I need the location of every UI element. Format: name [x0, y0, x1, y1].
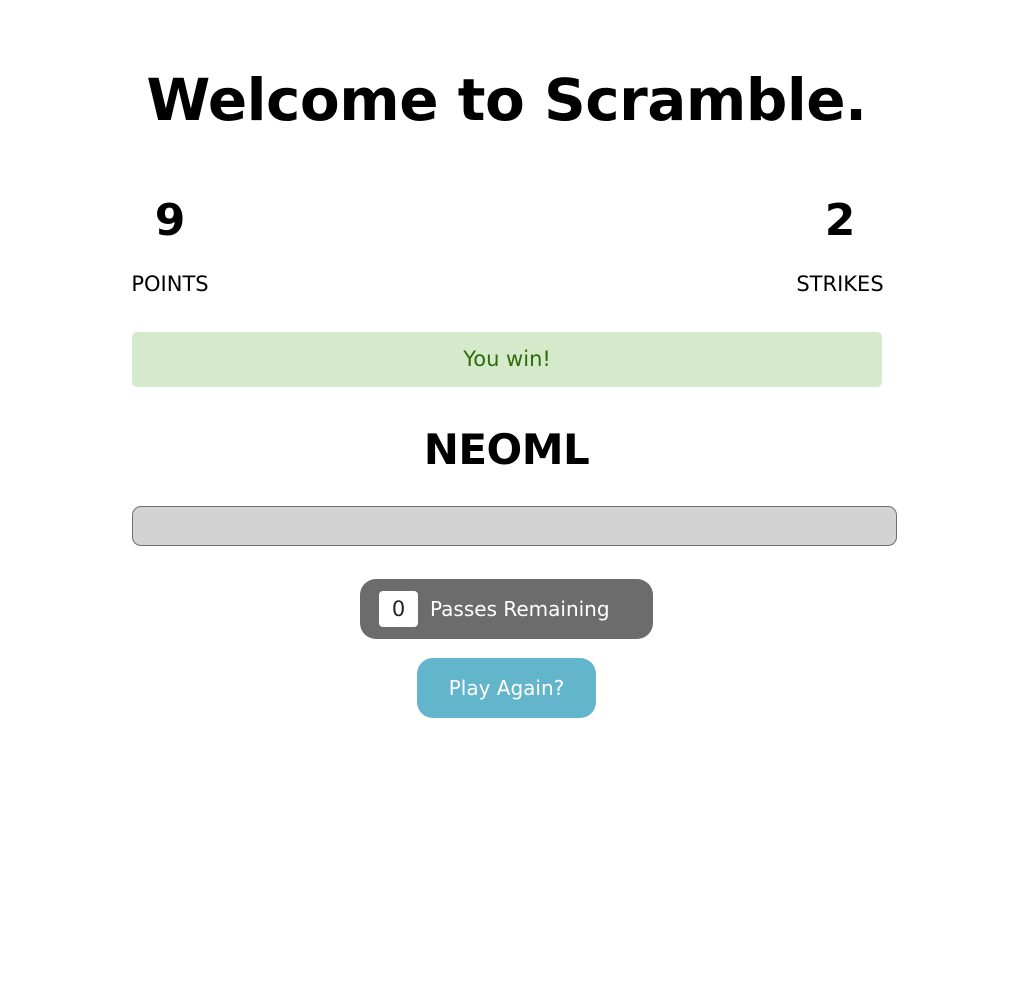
guess-input[interactable]	[132, 506, 897, 546]
points-stat: 9 POINTS	[100, 190, 240, 298]
scrambled-word: NEOML	[423, 425, 590, 474]
strikes-label: STRIKES	[796, 272, 884, 296]
passes-remaining-count: 0	[379, 591, 418, 627]
win-alert: You win!	[132, 332, 882, 387]
strikes-stat: 2 STRIKES	[770, 190, 910, 298]
pass-button[interactable]: 0 Passes Remaining	[360, 579, 653, 639]
points-value: 9	[154, 195, 186, 246]
passes-remaining-label: Passes Remaining	[430, 597, 610, 621]
scramble-game: Welcome to Scramble. 9 POINTS 2 STRIKES …	[0, 0, 1013, 1000]
page-title: Welcome to Scramble.	[146, 66, 867, 134]
points-label: POINTS	[131, 272, 209, 296]
strikes-value: 2	[824, 195, 856, 246]
play-again-button[interactable]: Play Again?	[417, 658, 596, 718]
